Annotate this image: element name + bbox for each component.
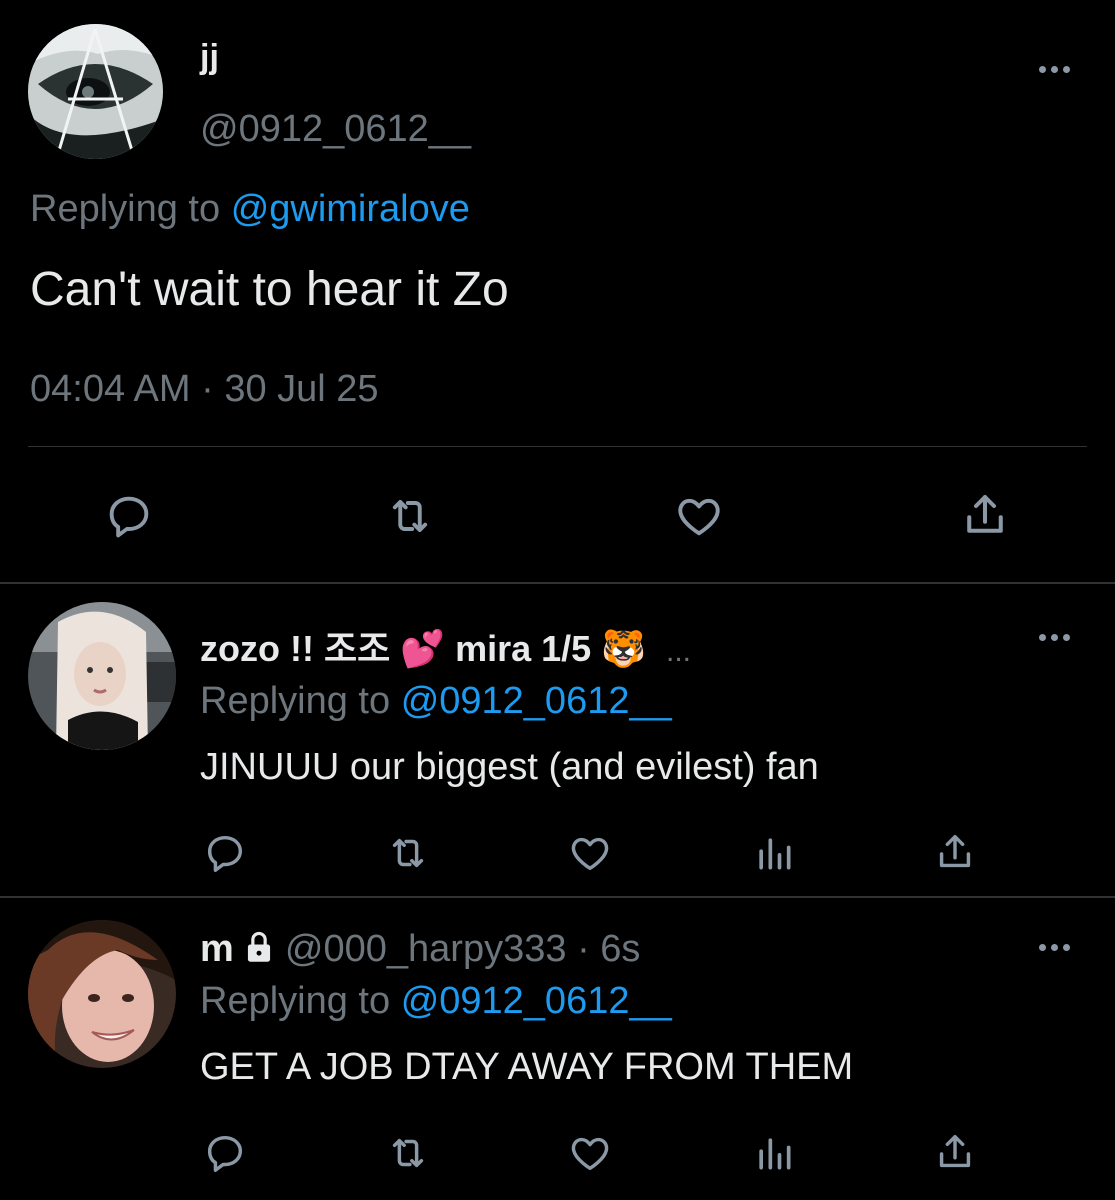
time-ago[interactable]: 6s [600, 928, 640, 970]
analytics-icon[interactable] [752, 1130, 796, 1176]
replying-to: Replying to @gwimiralove [30, 188, 470, 231]
replying-to: Replying to @0912_0612__ [200, 980, 672, 1023]
divider [0, 896, 1115, 898]
tiger-icon: 🐯 [601, 628, 646, 669]
replying-prefix: Replying to [30, 188, 221, 230]
sparkling-heart-icon: 💕 [400, 628, 446, 669]
tweet-text: GET A JOB DTAY AWAY FROM THEM [200, 1046, 854, 1088]
retweet-icon[interactable] [383, 490, 437, 542]
more-options-icon[interactable] [1039, 66, 1070, 73]
replying-handle-link[interactable]: @gwimiralove [231, 188, 470, 230]
date: 30 Jul 25 [224, 368, 379, 410]
share-icon[interactable] [932, 828, 978, 876]
share-icon[interactable] [932, 1128, 978, 1176]
more-options-icon[interactable] [1039, 944, 1070, 951]
separator: · [577, 928, 590, 970]
lock-icon [244, 931, 274, 963]
handle[interactable]: @0912_0612__ [200, 108, 471, 151]
display-name[interactable]: zozo !! 조조 [200, 628, 390, 669]
like-icon[interactable] [566, 830, 614, 876]
analytics-icon[interactable] [752, 830, 796, 876]
replying-handle-link[interactable]: @0912_0612__ [401, 680, 672, 722]
separator: · [201, 368, 214, 410]
retweet-icon[interactable] [384, 830, 432, 876]
display-name[interactable]: m [200, 928, 234, 970]
divider [0, 582, 1115, 584]
name-line: m @000_harpy333 · 6s [200, 928, 640, 971]
timestamp[interactable]: 04:04 AM · 30 Jul 25 [30, 368, 379, 411]
avatar[interactable] [28, 920, 176, 1068]
reply-icon[interactable] [103, 490, 155, 542]
reply-icon[interactable] [202, 830, 248, 876]
reply-icon[interactable] [202, 1130, 248, 1176]
replying-to: Replying to @0912_0612__ [200, 680, 672, 723]
more-options-icon[interactable] [1039, 634, 1070, 641]
display-name[interactable]: jj [200, 38, 219, 77]
tweet-text: JINUUU our biggest (and evilest) fan [200, 746, 819, 788]
replying-prefix: Replying to [200, 680, 391, 722]
avatar[interactable] [28, 24, 163, 159]
like-icon[interactable] [566, 1130, 614, 1176]
like-icon[interactable] [672, 490, 726, 542]
name-truncation: ... [666, 635, 692, 668]
handle[interactable]: @000_harpy333 [285, 928, 567, 970]
share-icon[interactable] [958, 488, 1012, 542]
tweet-text: Can't wait to hear it Zo [30, 263, 509, 316]
name-line: zozo !! 조조 💕 mira 1/5 🐯 ... [200, 620, 691, 672]
retweet-icon[interactable] [384, 1130, 432, 1176]
time: 04:04 AM [30, 368, 191, 410]
replying-handle-link[interactable]: @0912_0612__ [401, 980, 672, 1022]
divider [28, 446, 1087, 447]
display-name-part[interactable]: mira 1/5 [455, 628, 591, 669]
avatar[interactable] [28, 602, 176, 750]
replying-prefix: Replying to [200, 980, 391, 1022]
